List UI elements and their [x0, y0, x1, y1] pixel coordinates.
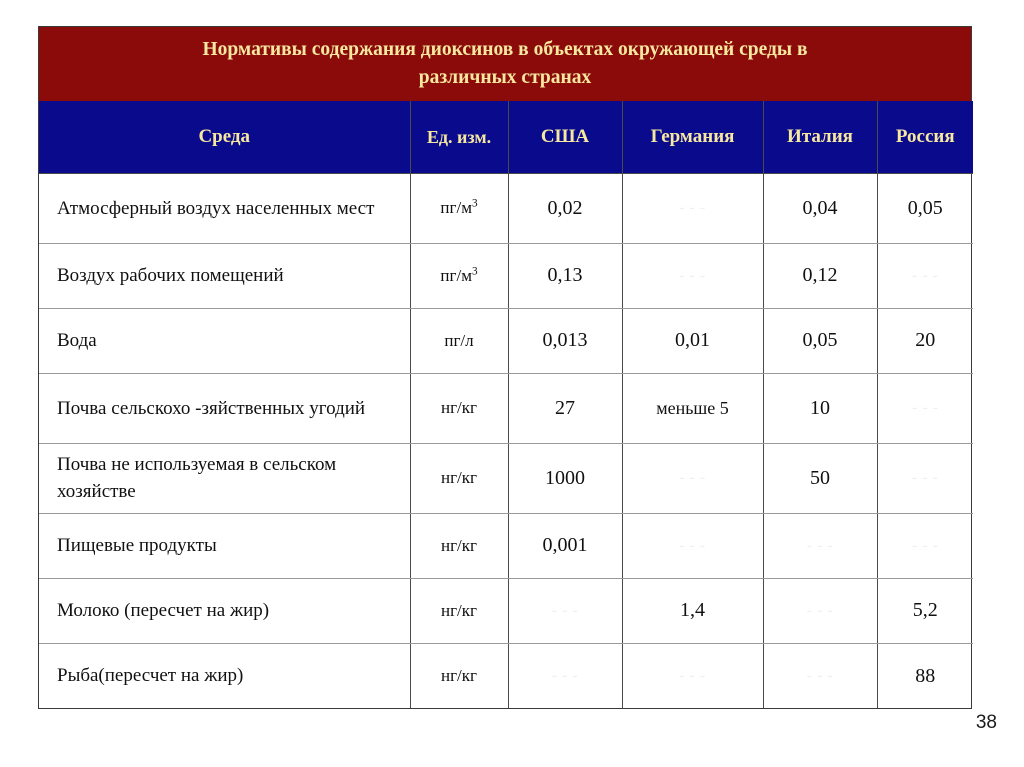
cell-value-germany: 0,01 — [621, 307, 764, 374]
cell-value-italy: 50 — [762, 442, 878, 514]
cell-value-usa: 0,001 — [507, 512, 623, 579]
cell-value-italy: - - - — [762, 512, 878, 579]
table-row: Молоко (пересчет на жир) нг/кг - - -1,4- -… — [39, 577, 973, 644]
cell-unit: пг/л — [409, 307, 509, 374]
unit-superscript: 3 — [471, 197, 478, 210]
cell-environment: Вода — [39, 307, 411, 374]
cell-value-usa: 27 — [507, 372, 623, 444]
unit-base: нг/кг — [440, 600, 478, 620]
slide-title-line-1: Нормативы содержания диоксинов в объекта… — [202, 39, 808, 60]
cell-value-usa: - - - — [507, 577, 623, 644]
cell-value-usa: 1000 — [507, 442, 623, 514]
cell-unit: нг/кг — [409, 642, 509, 709]
cell-value-russia: 20 — [876, 307, 973, 374]
cell-unit: нг/кг — [409, 442, 509, 514]
cell-unit: нг/кг — [409, 372, 509, 444]
cell-unit: пг/м3 — [409, 172, 509, 244]
cell-value-germany: - - - — [621, 642, 764, 709]
cell-value-germany: 1,4 — [621, 577, 764, 644]
norms-table: Среда Ед. изм. США Германия Италия Росси… — [39, 101, 973, 709]
cell-value-usa: 0,13 — [507, 242, 623, 309]
unit-base: нг/кг — [440, 398, 478, 418]
table-row: Почва сельскохо -зяйственных угодий нг/кг… — [39, 372, 973, 444]
cell-value-germany: - - - — [621, 242, 764, 309]
cell-environment: Молоко (пересчет на жир) — [39, 577, 411, 644]
cell-value-usa: 0,013 — [507, 307, 623, 374]
column-header-russia: Россия — [876, 101, 973, 174]
cell-value-italy: 0,12 — [762, 242, 878, 309]
unit-base: пг/м — [440, 265, 472, 285]
unit-base: пг/м — [440, 198, 472, 218]
cell-unit: нг/кг — [409, 512, 509, 579]
cell-unit: нг/кг — [409, 577, 509, 644]
cell-value-usa: - - - — [507, 642, 623, 709]
column-header-italy: Италия — [762, 101, 878, 174]
table-header-row: Среда Ед. изм. США Германия Италия Росси… — [39, 101, 973, 174]
cell-value-russia: - - - — [876, 512, 973, 579]
cell-environment: Атмосферный воздух населенных мест — [39, 172, 411, 244]
slide: Нормативы содержания диоксинов в объекта… — [0, 0, 1024, 767]
cell-environment: Почва не используемая в сельском хозяйст… — [39, 442, 411, 514]
slide-title-line-2: различных странах — [418, 66, 592, 88]
cell-value-russia: 5,2 — [876, 577, 973, 644]
table-body: Атмосферный воздух населенных мест пг/м3 0… — [39, 172, 973, 709]
unit-base: нг/кг — [440, 468, 478, 488]
cell-value-germany: - - - — [621, 172, 764, 244]
cell-environment: Пищевые продукты — [39, 512, 411, 579]
cell-value-germany: - - - — [621, 512, 764, 579]
column-header-unit: Ед. изм. — [409, 101, 509, 174]
cell-value-russia: - - - — [876, 242, 973, 309]
cell-value-italy: 0,04 — [762, 172, 878, 244]
column-header-germany: Германия — [621, 101, 764, 174]
unit-base: нг/кг — [440, 666, 478, 686]
table-row: Атмосферный воздух населенных мест пг/м3 0… — [39, 172, 973, 244]
norms-table-container: Нормативы содержания диоксинов в объекта… — [38, 26, 973, 710]
table-row: Воздух рабочих помещений пг/м3 0,13- - -0,… — [39, 242, 973, 309]
cell-value-russia: 88 — [876, 642, 973, 709]
cell-environment: Воздух рабочих помещений — [39, 242, 411, 309]
unit-base: нг/кг — [440, 535, 478, 555]
cell-value-italy: 0,05 — [762, 307, 878, 374]
table-row: Рыба(пересчет на жир) нг/кг - - -- - -- - … — [39, 642, 973, 709]
cell-value-germany: - - - — [621, 442, 764, 514]
cell-unit: пг/м3 — [409, 242, 509, 309]
column-header-usa: США — [507, 101, 623, 174]
slide-title: Нормативы содержания диоксинов в объекта… — [39, 27, 971, 102]
cell-value-germany: меньше 5 — [621, 372, 764, 444]
cell-value-usa: 0,02 — [507, 172, 623, 244]
cell-value-italy: - - - — [762, 577, 878, 644]
cell-value-italy: 10 — [762, 372, 878, 444]
page-number: 38 — [975, 712, 997, 733]
table-row: Вода пг/л 0,013 0,01 0,05 20 — [39, 307, 973, 374]
column-header-environment: Среда — [39, 101, 411, 174]
unit-base: пг/л — [444, 330, 474, 350]
cell-environment: Рыба(пересчет на жир) — [39, 642, 411, 709]
cell-value-russia: 0,05 — [876, 172, 973, 244]
cell-value-russia: - - - — [876, 442, 973, 514]
cell-value-russia: - - - — [876, 372, 973, 444]
unit-superscript: 3 — [471, 265, 478, 278]
cell-environment: Почва сельскохо -зяйственных угодий — [39, 372, 411, 444]
table-row: Почва не используемая в сельском хозяйст… — [39, 442, 973, 514]
table-row: Пищевые продукты нг/кг 0,001- - -- - -- - … — [39, 512, 973, 579]
cell-value-italy: - - - — [762, 642, 878, 709]
